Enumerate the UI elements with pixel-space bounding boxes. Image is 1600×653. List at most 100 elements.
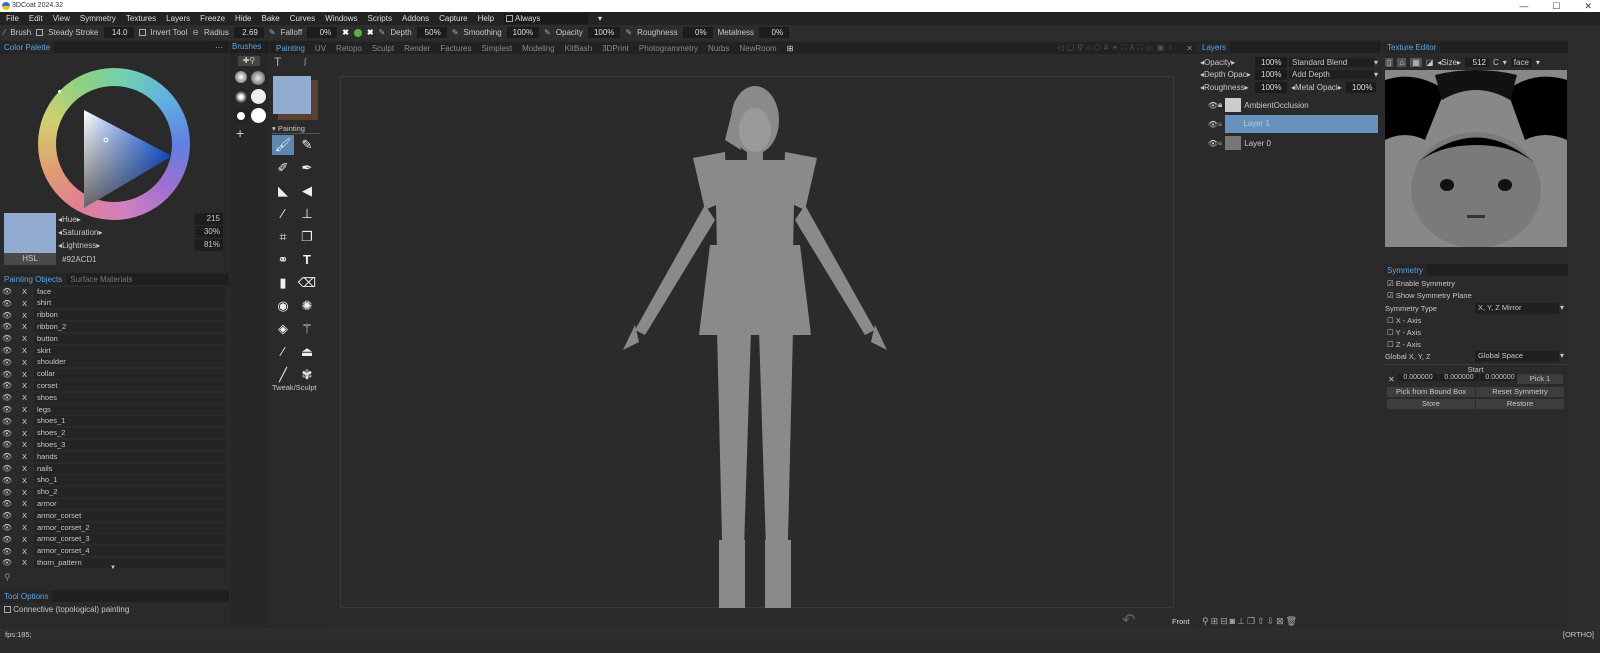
lock-icon[interactable]: 🔒︎ <box>1218 138 1222 148</box>
tab-layers[interactable]: Layers <box>1198 40 1231 54</box>
x-icon[interactable]: X <box>22 547 32 556</box>
eye-icon[interactable]: 👁︎ <box>0 381 14 390</box>
eye-icon[interactable]: 👁︎ <box>0 370 14 379</box>
clear-start-icon[interactable]: ✕ <box>1388 375 1395 384</box>
metal-opacity-label[interactable]: ◂Metal Opaci▸ <box>1291 83 1346 92</box>
y-axis-checkbox[interactable]: ☐ Y - Axis <box>1387 328 1421 337</box>
tab-retopo[interactable]: Retopo <box>336 44 362 53</box>
roughness-value[interactable]: 100% <box>1255 82 1287 93</box>
hue-value[interactable]: 215 <box>195 213 223 225</box>
opacity-label[interactable]: Opacity <box>556 28 583 37</box>
eye-icon[interactable]: 👁︎ <box>1198 101 1218 110</box>
object-dropdown[interactable]: face <box>1510 57 1532 67</box>
menu-file[interactable]: File <box>6 14 19 23</box>
eye-icon[interactable]: 👁︎ <box>0 429 14 438</box>
start-z-value[interactable]: 0.000000 <box>1480 374 1520 381</box>
x-icon[interactable]: X <box>22 311 32 320</box>
eye-icon[interactable]: 👁︎ <box>0 488 14 497</box>
close-button[interactable]: ✕ <box>1584 0 1592 12</box>
viewport-nav-icons[interactable]: ◁▢⚲⌂⬡#⚭⛶⅄⛶▭▣♀ <box>1058 43 1177 53</box>
eye-icon[interactable]: 👁︎ <box>0 334 14 343</box>
eye-icon[interactable]: 👁︎ <box>1198 139 1218 148</box>
tab-color-palette[interactable]: Color Palette <box>0 40 55 54</box>
airbrush-tool-icon[interactable]: ✐ <box>272 158 294 178</box>
menu-scripts[interactable]: Scripts <box>368 14 392 23</box>
x-icon[interactable]: X <box>22 535 32 544</box>
tab-3dprint[interactable]: 3DPrint <box>602 44 629 53</box>
eye-icon[interactable]: 👁︎ <box>0 452 14 461</box>
character-model[interactable] <box>615 80 895 610</box>
tab-symmetry[interactable]: Symmetry <box>1383 263 1427 277</box>
object-list-item[interactable]: 👁︎ Xbutton <box>0 333 226 344</box>
invert-tool-checkbox[interactable] <box>138 29 146 36</box>
eye-icon[interactable]: 👁︎ <box>0 440 14 449</box>
bucket-tool-icon[interactable]: ◈ <box>272 319 294 339</box>
depth-mode-dropdown[interactable]: Add Depth <box>1289 70 1374 79</box>
object-list-item[interactable]: 👁︎ Xsho_2 <box>0 487 226 498</box>
x-icon[interactable]: X <box>22 523 32 532</box>
lock-icon[interactable]: 🔒︎ <box>1218 100 1222 110</box>
x-icon[interactable]: X <box>22 440 32 449</box>
curves-tool-icon[interactable]: ⚭ <box>272 250 294 270</box>
metalness-label[interactable]: Metalness <box>718 28 754 37</box>
menu-hide[interactable]: Hide <box>235 14 251 23</box>
clone-tool-icon[interactable]: ⁄ <box>272 204 294 224</box>
brush-label[interactable]: Brush <box>10 28 31 37</box>
reset-symmetry-button[interactable]: Reset Symmetry <box>1476 387 1564 397</box>
tab-texture-editor[interactable]: Texture Editor <box>1383 40 1441 54</box>
layer-item-selected[interactable]: 👁︎ 🔒︎ Layer 1 <box>1198 115 1378 133</box>
x-icon[interactable]: X <box>22 452 32 461</box>
pick-from-bound-box-button[interactable]: Pick from Bound Box <box>1387 387 1475 397</box>
eye-icon[interactable]: 👁︎ <box>0 405 14 414</box>
layer-opacity-value[interactable]: 100% <box>1255 57 1287 68</box>
object-list-item[interactable]: 👁︎ Xsho_1 <box>0 475 226 486</box>
x-icon[interactable]: X <box>22 322 32 331</box>
blur-tool-icon[interactable]: ◀ <box>296 181 318 201</box>
restore-button[interactable]: Restore <box>1476 399 1564 409</box>
tab-painting-objects[interactable]: Painting Objects <box>0 272 67 286</box>
marker-tool-icon[interactable]: ✒ <box>296 158 318 178</box>
texture-size-value[interactable]: 512 <box>1464 57 1489 67</box>
primary-color-swatch[interactable] <box>273 76 311 114</box>
x-icon[interactable]: X <box>22 405 32 414</box>
color-wheel[interactable] <box>38 68 190 220</box>
roughness-label[interactable]: ◂Roughness▸ <box>1200 83 1255 92</box>
x-icon[interactable]: X <box>22 429 32 438</box>
brush-tip-5[interactable] <box>234 109 248 123</box>
channel-dropdown[interactable]: C <box>1493 58 1499 67</box>
always-dropdown[interactable]: Always <box>504 13 589 24</box>
search-icon[interactable]: ⚲ <box>4 572 11 583</box>
object-list-item[interactable]: 👁︎ Xarmor <box>0 498 226 509</box>
menu-windows[interactable]: Windows <box>325 14 357 23</box>
new-texture-icon[interactable]: ▯ <box>1385 57 1394 67</box>
chevron-down-icon[interactable]: ▾ <box>1374 70 1378 79</box>
falloff-label[interactable]: Falloff <box>281 28 303 37</box>
x-icon[interactable]: X <box>22 511 32 520</box>
eye-tool-icon[interactable]: ◉ <box>272 296 294 316</box>
hue-marker[interactable] <box>58 90 61 93</box>
opacity-value[interactable]: 100% <box>587 27 621 38</box>
brush-tip-1[interactable] <box>235 71 247 83</box>
menu-bake[interactable]: Bake <box>262 14 280 23</box>
blend-mode-dropdown[interactable]: Standard Blend <box>1289 58 1374 67</box>
eye-icon[interactable]: 👁︎ <box>0 476 14 485</box>
menu-view[interactable]: View <box>53 14 70 23</box>
transform-tool-icon[interactable]: ⌗ <box>272 227 294 247</box>
x-icon[interactable]: X <box>22 417 32 426</box>
brush-tip-2[interactable] <box>251 71 265 85</box>
connective-painting-option[interactable]: Connective (topological) painting <box>4 605 129 614</box>
always-checkbox[interactable] <box>506 15 514 22</box>
hex-value[interactable]: #92ACD1 <box>62 255 97 264</box>
close-x-icon[interactable]: ✖ <box>342 28 349 37</box>
object-list-item[interactable]: 👁︎ Xlegs <box>0 404 226 415</box>
close-viewport-icon[interactable]: ✕ <box>1186 44 1193 53</box>
object-list-item[interactable]: 👁︎ Xarmor_corset_2 <box>0 522 226 533</box>
butterfly-tool-icon[interactable]: ✾ <box>296 365 318 385</box>
object-list-item[interactable]: 👁︎ Xribbon_2 <box>0 321 226 332</box>
color-mode-button[interactable]: HSL <box>4 253 56 265</box>
enable-symmetry-checkbox[interactable]: ☑ Enable Symmetry <box>1387 279 1455 288</box>
smoothing-pen-icon[interactable]: ✎ <box>452 28 459 37</box>
maximize-button[interactable]: ☐ <box>1552 0 1560 12</box>
saturation-value[interactable]: 30% <box>195 226 223 238</box>
object-list-item[interactable]: 👁︎ Xshirt <box>0 298 226 309</box>
